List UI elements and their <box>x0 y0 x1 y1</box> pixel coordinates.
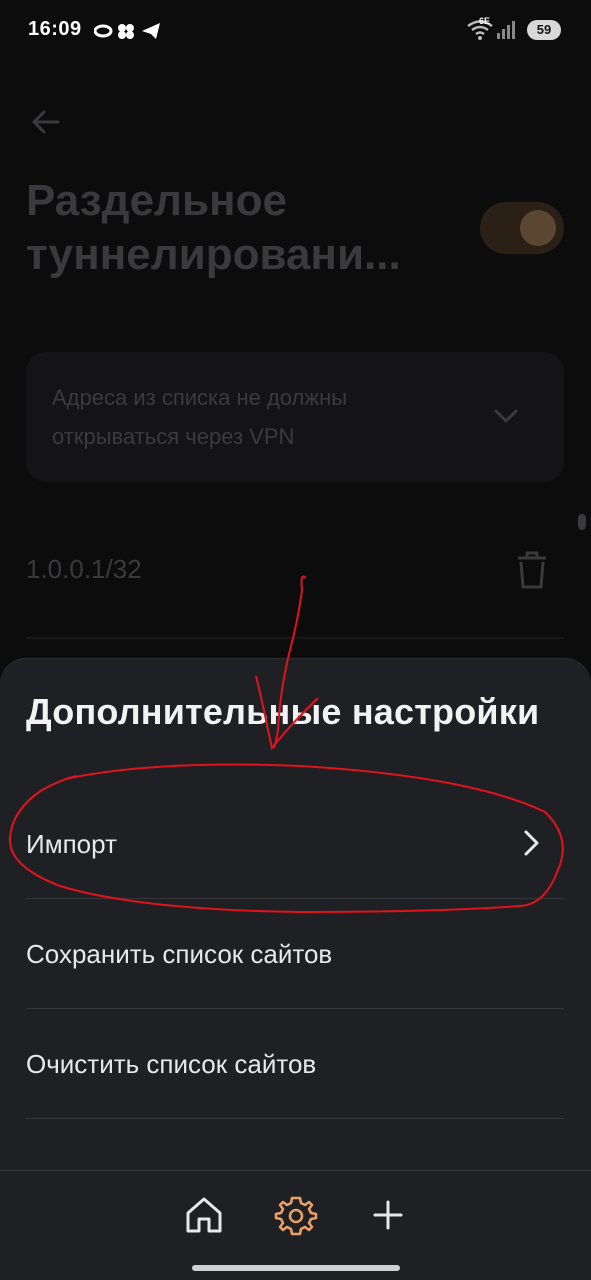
mode-dropdown[interactable]: Адреса из списка не должны открываться ч… <box>26 352 564 482</box>
menu-item-label: Очистить список сайтов <box>26 1049 317 1079</box>
trash-icon[interactable] <box>514 550 550 590</box>
page-title: Раздельное туннелировани... <box>26 176 401 279</box>
gear-icon[interactable] <box>274 1193 318 1237</box>
home-icon[interactable] <box>182 1193 226 1237</box>
status-indicators: 6E 59 <box>467 16 561 42</box>
menu-item-label: Импорт <box>26 829 117 859</box>
battery-indicator: 59 <box>527 20 561 40</box>
home-indicator[interactable] <box>192 1265 400 1271</box>
status-bar: 16:09 6E 59 <box>0 0 591 60</box>
back-arrow-icon[interactable] <box>28 104 64 140</box>
menu-item-clear-list[interactable]: Очистить список сайтов <box>26 1009 564 1119</box>
chevron-down-icon <box>494 409 518 423</box>
divider <box>26 1118 564 1119</box>
status-time: 16:09 <box>28 18 82 40</box>
mode-dropdown-value: Адреса из списка не должны открываться ч… <box>52 385 348 449</box>
signal-icon <box>497 21 515 39</box>
site-address: 1.0.0.1/32 <box>26 554 142 584</box>
menu-item-save-list[interactable]: Сохранить список сайтов <box>26 899 564 1009</box>
sheet-title: Дополнительные настройки <box>26 691 540 732</box>
bottom-nav <box>0 1170 591 1280</box>
split-tunneling-toggle[interactable] <box>480 202 564 254</box>
menu-item-import[interactable]: Импорт <box>26 789 564 899</box>
divider <box>26 637 564 639</box>
notification-icons <box>94 23 160 39</box>
toggle-knob <box>520 210 556 246</box>
network-type: 6E <box>479 16 491 26</box>
list-item: 1.0.0.1/32 <box>26 550 564 590</box>
menu-item-label: Сохранить список сайтов <box>26 939 333 969</box>
scrollbar-thumb[interactable] <box>578 514 586 530</box>
plus-icon[interactable] <box>366 1193 410 1237</box>
split-tunneling-screen: Раздельное туннелировани... Адреса из сп… <box>0 60 591 680</box>
chevron-right-icon <box>524 830 539 856</box>
